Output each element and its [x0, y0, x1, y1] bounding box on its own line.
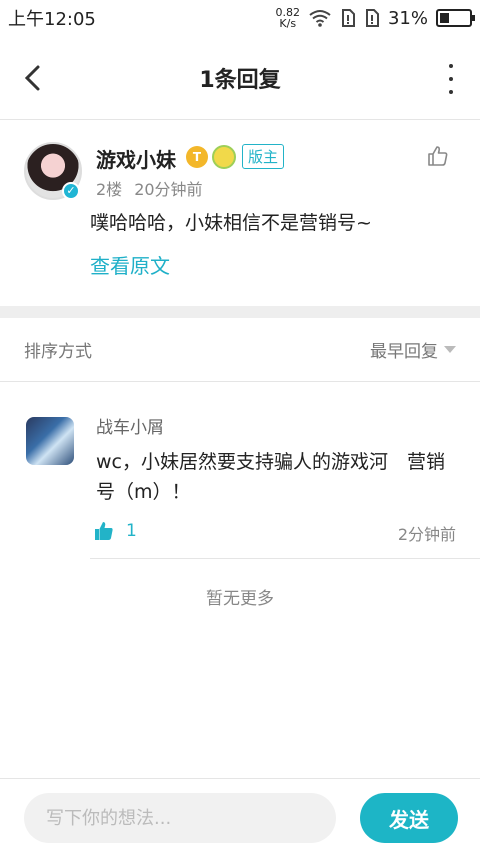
post-time: 20分钟前 — [134, 180, 203, 199]
no-more-text: 暂无更多 — [206, 589, 274, 609]
chevron-left-icon[interactable] — [18, 62, 50, 94]
moderator-badge: 版主 — [242, 144, 285, 169]
original-post: ✓ 游戏小妹 T 版主 2楼 20分钟前 噗哈哈哈，小妹相信不是营销号~ 查看原… — [0, 120, 480, 306]
post-floor: 2楼 — [96, 180, 123, 199]
comment-input[interactable] — [24, 793, 336, 843]
battery-icon — [436, 9, 475, 27]
reply-item: 战车小屑 wc，小妹居然要支持骗人的游戏河 营销号（m）！ 1 2分钟前 — [0, 383, 480, 559]
more-vertical-icon[interactable] — [446, 64, 456, 94]
post-username[interactable]: 游戏小妹 — [96, 144, 176, 173]
network-speed-unit: K/s — [279, 17, 297, 30]
battery-percent: 31% — [387, 7, 428, 29]
sort-dropdown[interactable]: 最早回复 — [370, 337, 456, 362]
character-badge-icon — [212, 144, 236, 169]
reply-divider — [90, 558, 480, 559]
view-original-link[interactable]: 查看原文 — [90, 250, 170, 279]
app-header: 1条回复 — [0, 36, 480, 120]
coin-badge-icon: T — [186, 145, 208, 168]
verified-badge-icon: ✓ — [62, 182, 80, 200]
avatar[interactable] — [26, 417, 74, 465]
reply-content: wc，小妹居然要支持骗人的游戏河 营销号（m）！ — [96, 451, 445, 503]
status-time: 上午12:05 — [8, 9, 96, 30]
post-content: 噗哈哈哈，小妹相信不是营销号~ — [90, 212, 372, 234]
caret-down-icon — [444, 346, 456, 353]
page-title: 1条回复 — [199, 67, 281, 93]
sort-label: 排序方式 — [24, 342, 92, 362]
comment-composer: 发送 — [0, 778, 480, 854]
send-button[interactable]: 发送 — [360, 793, 458, 843]
network-speed: 0.82 K/s — [275, 7, 300, 29]
more-dot — [449, 77, 453, 81]
section-divider — [0, 306, 480, 318]
status-icons: 0.82 K/s 31% — [275, 7, 475, 29]
sim-signal-icon — [341, 9, 355, 27]
more-dot — [449, 64, 453, 68]
reply-like-button[interactable]: 1 — [92, 519, 137, 543]
reply-username[interactable]: 战车小屑 — [96, 413, 164, 438]
thumbs-up-filled-icon — [95, 522, 113, 540]
user-badges: T 版主 — [186, 144, 285, 169]
sort-selected: 最早回复 — [370, 342, 438, 362]
status-bar: 上午12:05 0.82 K/s 31% — [0, 0, 480, 36]
more-dot — [449, 90, 453, 94]
reply-like-count: 1 — [126, 521, 137, 541]
sort-row: 排序方式 最早回复 — [0, 318, 480, 382]
reply-time: 2分钟前 — [397, 525, 456, 544]
post-meta: 2楼 20分钟前 — [96, 176, 203, 200]
sim-signal-icon-2 — [365, 9, 379, 27]
wifi-icon — [309, 10, 331, 27]
thumbs-up-icon[interactable] — [426, 144, 450, 168]
battery-level — [440, 13, 449, 23]
